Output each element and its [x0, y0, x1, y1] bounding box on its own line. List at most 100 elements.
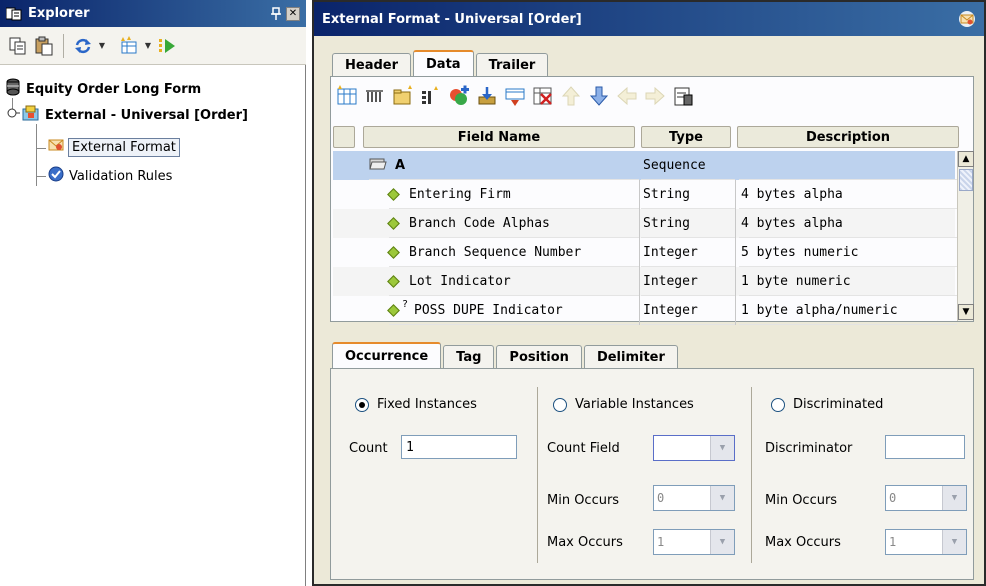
max-occurs-value: 1 [657, 535, 665, 549]
tab-data[interactable]: Data [413, 50, 474, 77]
column-separator [751, 387, 752, 563]
insert-table-icon[interactable] [335, 84, 359, 108]
field-type: Integer [641, 238, 735, 267]
explorer-toolbar: ▼ ▼ [0, 27, 306, 65]
radio-label: Fixed Instances [377, 397, 477, 412]
field-type: Integer [641, 296, 735, 325]
field-diamond-icon [387, 245, 400, 259]
chevron-down-icon[interactable]: ▼ [710, 486, 734, 510]
max-occurs-value: 1 [889, 535, 897, 549]
new-folder-icon[interactable] [391, 84, 415, 108]
max-occurs-label: Max Occurs [547, 535, 623, 550]
discriminated-option[interactable]: Discriminated [771, 397, 883, 412]
external-format-window: External Format - Universal [Order] Head… [312, 0, 986, 586]
field-type: Integer [641, 267, 735, 296]
table-row[interactable]: Entering Firm String 4 bytes alpha [333, 180, 957, 209]
count-input[interactable] [401, 435, 517, 459]
field-type: String [641, 180, 735, 209]
tab-position[interactable]: Position [496, 345, 582, 369]
field-name: POSS DUPE Indicator [414, 302, 563, 318]
fields-icon[interactable] [363, 84, 387, 108]
copy-icon[interactable] [6, 34, 30, 58]
tree-item-root[interactable]: Equity Order Long Form [6, 78, 201, 100]
paste-icon[interactable] [32, 34, 56, 58]
field-name: Branch Sequence Number [409, 244, 582, 260]
scroll-up-icon[interactable]: ▲ [958, 151, 974, 167]
arrow-down-icon[interactable] [587, 84, 611, 108]
column-header-type[interactable]: Type [641, 126, 731, 148]
tree-toggle-icon[interactable] [6, 106, 20, 124]
envelope-icon[interactable] [958, 10, 976, 28]
table-row[interactable]: Branch Sequence Number Integer 5 bytes n… [333, 238, 957, 267]
add-component-icon[interactable] [447, 84, 471, 108]
scroll-thumb[interactable] [959, 169, 973, 191]
field-diamond-icon [387, 187, 400, 201]
chevron-down-icon[interactable]: ▼ [710, 530, 734, 554]
tab-tag[interactable]: Tag [443, 345, 495, 369]
new-field-icon[interactable] [419, 84, 443, 108]
column-header-description[interactable]: Description [737, 126, 959, 148]
min-occurs-label: Min Occurs [765, 493, 838, 508]
table-row[interactable]: ? POSS DUPE Indicator Integer 1 byte alp… [333, 296, 957, 325]
explorer-panel: Explorer ✕ ▼ ▼ Equity Order Long Form Ex… [0, 0, 306, 586]
check-circle-icon [48, 166, 64, 186]
question-mark-icon: ? [402, 298, 409, 310]
delete-table-icon[interactable] [531, 84, 555, 108]
envelope-icon [48, 138, 64, 156]
explorer-titlebar: Explorer ✕ [0, 0, 306, 27]
column-header-field-name[interactable]: Field Name [363, 126, 635, 148]
min-occurs-value: 0 [657, 491, 665, 505]
tree-line [36, 176, 46, 177]
chevron-down-icon[interactable]: ▼ [143, 41, 153, 50]
tree-item-external-format[interactable]: External Format [48, 136, 180, 158]
external-format-icon [22, 105, 40, 125]
scroll-down-icon[interactable]: ▼ [958, 304, 974, 320]
fixed-instances-option[interactable]: Fixed Instances [355, 397, 477, 412]
tree-item-external-universal[interactable]: External - Universal [Order] [6, 104, 248, 126]
folder-open-icon [369, 156, 387, 174]
import-icon[interactable] [475, 84, 499, 108]
tab-occurrence[interactable]: Occurrence [332, 342, 442, 369]
tree-root-label: Equity Order Long Form [26, 81, 202, 97]
explorer-title: Explorer [28, 6, 90, 21]
window-titlebar: External Format - Universal [Order] [314, 2, 984, 36]
field-diamond-icon [387, 274, 400, 288]
export-icon[interactable] [503, 84, 527, 108]
close-icon[interactable]: ✕ [286, 6, 300, 21]
variable-instances-option[interactable]: Variable Instances [553, 397, 694, 412]
tree-line [36, 148, 46, 149]
column-separator [537, 387, 538, 563]
tab-delimiter[interactable]: Delimiter [583, 345, 678, 369]
grid-scrollbar[interactable]: ▲ ▼ [957, 151, 974, 321]
max-occurs-select[interactable]: 1 ▼ [885, 529, 967, 555]
chevron-down-icon[interactable]: ▼ [942, 486, 966, 510]
refresh-icon[interactable] [71, 34, 95, 58]
tree-item-validation-rules[interactable]: Validation Rules [48, 165, 172, 187]
min-occurs-select[interactable]: 0 ▼ [885, 485, 967, 511]
radio-button[interactable] [553, 397, 567, 412]
radio-button[interactable] [355, 397, 369, 412]
radio-button[interactable] [771, 397, 785, 412]
count-field-select[interactable]: ▼ [653, 435, 735, 461]
pin-icon[interactable] [269, 6, 283, 21]
discriminator-input[interactable] [885, 435, 965, 459]
max-occurs-label: Max Occurs [765, 535, 841, 550]
table-row[interactable]: Lot Indicator Integer 1 byte numeric [333, 267, 957, 296]
field-description: 4 bytes alpha [739, 180, 957, 209]
properties-icon[interactable] [671, 84, 695, 108]
table-row[interactable]: A Sequence [333, 151, 957, 180]
chevron-down-icon[interactable]: ▼ [942, 530, 966, 554]
max-occurs-select[interactable]: 1 ▼ [653, 529, 735, 555]
arrow-left-icon [615, 84, 639, 108]
tab-header[interactable]: Header [332, 53, 412, 77]
run-icon[interactable] [155, 34, 179, 58]
grid-header: Field Name Type Description [333, 126, 973, 148]
chevron-down-icon[interactable]: ▼ [97, 41, 107, 50]
min-occurs-select[interactable]: 0 ▼ [653, 485, 735, 511]
chevron-down-icon[interactable]: ▼ [710, 436, 734, 460]
new-table-icon[interactable] [117, 34, 141, 58]
tree-item-label: Validation Rules [69, 168, 173, 184]
arrow-right-icon [643, 84, 667, 108]
table-row[interactable]: Branch Code Alphas String 4 bytes alpha [333, 209, 957, 238]
tab-trailer[interactable]: Trailer [475, 53, 549, 77]
